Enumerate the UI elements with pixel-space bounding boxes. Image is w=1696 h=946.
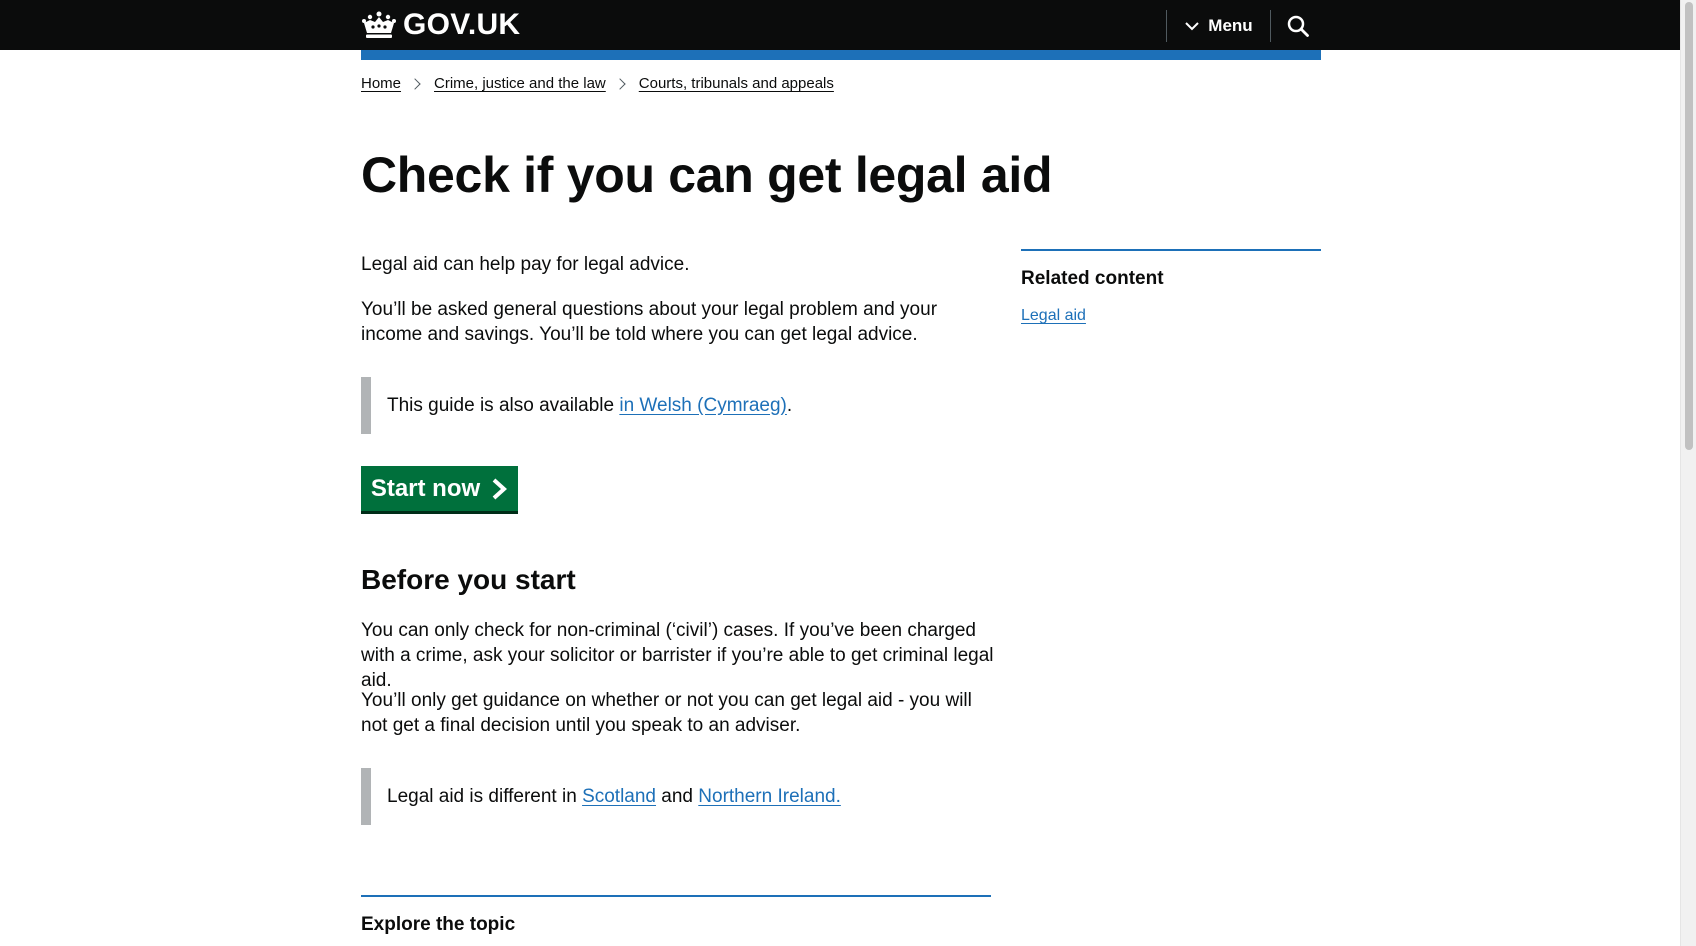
before-paragraph-1: You can only check for non-criminal (‘ci… xyxy=(361,620,994,691)
crown-icon xyxy=(362,11,396,38)
breadcrumb: Home Crime, justice and the law Courts, … xyxy=(361,75,834,92)
regions-inset: Legal aid is different in Scotland and N… xyxy=(361,768,991,825)
chevron-down-icon xyxy=(1185,22,1200,31)
intro-paragraph-2: You’ll be asked general questions about … xyxy=(361,299,938,345)
breadcrumb-chevron-icon xyxy=(614,77,626,90)
page-title: Check if you can get legal aid xyxy=(361,147,1053,203)
regions-inset-and: and xyxy=(656,785,699,807)
header-accent-bar xyxy=(361,50,1321,60)
regions-inset-text: Legal aid is different in xyxy=(387,785,583,807)
breadcrumb-courts-tribunals[interactable]: Courts, tribunals and appeals xyxy=(639,75,834,92)
explore-divider xyxy=(361,895,991,897)
site-header: GOV.UK Menu xyxy=(0,0,1680,50)
start-now-button[interactable]: Start now xyxy=(361,466,518,511)
scotland-link[interactable]: Scotland xyxy=(582,786,656,807)
intro-paragraph-1: Legal aid can help pay for legal advice. xyxy=(361,254,690,275)
start-now-label: Start now xyxy=(370,474,481,502)
related-content-divider xyxy=(1021,249,1321,251)
breadcrumb-home[interactable]: Home xyxy=(361,75,401,92)
search-icon xyxy=(1287,15,1309,37)
welsh-link[interactable]: in Welsh (Cymraeg) xyxy=(619,395,787,416)
welsh-inset-period: . xyxy=(786,394,793,416)
chevron-right-icon xyxy=(492,478,508,499)
welsh-inset-text: This guide is also available xyxy=(387,394,620,416)
breadcrumb-crime-justice-law[interactable]: Crime, justice and the law xyxy=(434,75,606,92)
menu-button-label: Menu xyxy=(1208,16,1253,35)
search-button[interactable] xyxy=(1270,10,1325,42)
related-link-legal-aid[interactable]: Legal aid xyxy=(1021,307,1086,325)
govuk-logo-link[interactable]: GOV.UK xyxy=(361,6,520,44)
menu-button[interactable]: Menu xyxy=(1166,10,1271,42)
before-paragraph-2: You’ll only get guidance on whether or n… xyxy=(361,690,972,736)
scrollbar-thumb[interactable] xyxy=(1685,2,1693,450)
vertical-scrollbar[interactable] xyxy=(1680,0,1696,946)
breadcrumb-chevron-icon xyxy=(409,77,421,90)
page: GOV.UK Menu Home Crime, justice and the … xyxy=(0,0,1680,946)
before-you-start-heading: Before you start xyxy=(361,564,576,595)
northern-ireland-link[interactable]: Northern Ireland. xyxy=(698,786,841,807)
welsh-inset: This guide is also available in Welsh (C… xyxy=(361,377,991,434)
explore-topic-heading: Explore the topic xyxy=(361,914,516,935)
logo-text: GOV.UK xyxy=(403,8,521,41)
related-content-heading: Related content xyxy=(1021,268,1164,289)
